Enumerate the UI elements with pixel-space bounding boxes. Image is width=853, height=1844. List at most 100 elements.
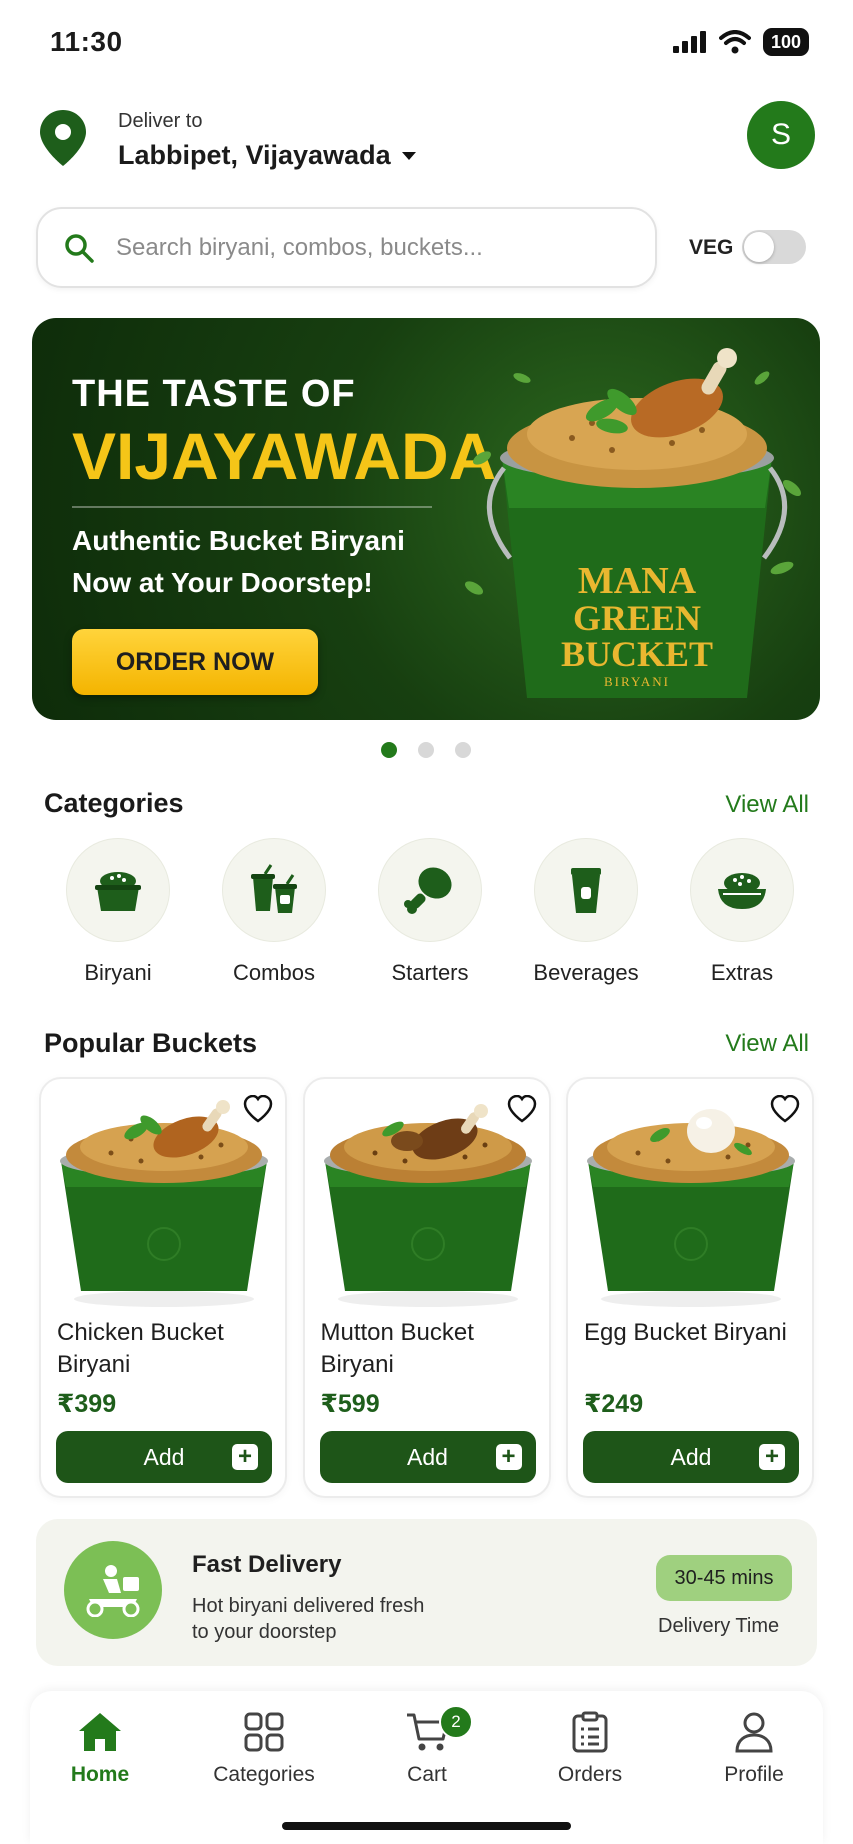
promo-banner[interactable]: THE TASTE OF VIJAYAWADA Authentic Bucket… <box>32 318 820 720</box>
popular-buckets-title: Popular Buckets <box>44 1028 258 1058</box>
product-price: ₹599 <box>320 1390 380 1418</box>
delivery-time-badge: 30-45 mins <box>656 1555 792 1601</box>
category-icon-circle <box>534 838 638 942</box>
delivery-description: Hot biryani delivered fresh to your door… <box>192 1595 425 1643</box>
rice-bowl-icon <box>718 873 766 909</box>
carousel-dot[interactable] <box>455 742 471 758</box>
add-to-cart-button[interactable]: Add + <box>583 1431 799 1483</box>
delivery-scooter-icon <box>64 1541 162 1639</box>
bucket-brand-mana: MANA <box>578 560 697 602</box>
egg-bucket-image <box>587 1109 795 1307</box>
status-bar: 11:30 100 <box>0 0 853 86</box>
category-combos[interactable]: Combos <box>196 838 352 986</box>
category-icon-circle <box>222 838 326 942</box>
deliver-to-label: Deliver to <box>118 110 203 132</box>
category-biryani[interactable]: Biryani <box>40 838 196 986</box>
delivery-time-label: Delivery Time <box>658 1615 780 1637</box>
biryani-pot-icon <box>95 872 141 911</box>
wifi-icon <box>718 30 751 54</box>
nav-profile[interactable]: Profile <box>684 1711 824 1787</box>
chicken-leg-icon <box>404 867 452 914</box>
home-icon <box>79 1713 121 1751</box>
nav-label: Cart <box>407 1763 447 1786</box>
banner-divider <box>72 506 432 508</box>
carousel-dots[interactable] <box>381 742 471 758</box>
avatar[interactable]: S <box>747 101 815 169</box>
nav-categories[interactable]: Categories <box>194 1711 334 1787</box>
banner-subtitle: Authentic Bucket Biryani Now at Your Doo… <box>72 525 405 598</box>
delivery-title: Fast Delivery <box>192 1551 342 1578</box>
add-label: Add <box>407 1443 448 1470</box>
status-icons: 100 <box>672 28 809 56</box>
product-name: Mutton Bucket Biryani <box>320 1319 474 1378</box>
location-selector[interactable]: Labbipet, Vijayawada <box>118 140 417 171</box>
veg-toggle-knob <box>744 232 774 262</box>
user-icon <box>735 1712 773 1753</box>
categories-view-all-link[interactable]: View All <box>725 791 809 819</box>
carousel-dot[interactable] <box>418 742 434 758</box>
add-to-cart-button[interactable]: Add + <box>56 1431 272 1483</box>
nav-orders[interactable]: Orders <box>520 1711 660 1787</box>
caret-down-icon <box>401 151 416 160</box>
category-starters[interactable]: Starters <box>352 838 508 986</box>
battery-indicator: 100 <box>762 28 809 56</box>
product-name: Chicken Bucket Biryani <box>57 1319 224 1378</box>
product-card-mutton[interactable]: Mutton Bucket Biryani ₹599 Add + <box>302 1077 551 1498</box>
nav-cart[interactable]: 2 Cart <box>357 1705 497 1787</box>
category-list: Biryani Combos Starters Beverages Extras <box>40 838 820 986</box>
category-extras[interactable]: Extras <box>664 838 820 986</box>
fast-delivery-card: Fast Delivery Hot biryani delivered fres… <box>36 1519 817 1666</box>
add-to-cart-button[interactable]: Add + <box>319 1431 536 1483</box>
add-label: Add <box>670 1443 712 1470</box>
product-card-chicken[interactable]: Chicken Bucket Biryani ₹399 Add + <box>39 1077 287 1498</box>
clipboard-icon <box>572 1711 608 1753</box>
favorite-heart-icon[interactable] <box>243 1095 273 1123</box>
beverage-cup-icon <box>571 868 601 913</box>
category-icon-circle <box>690 838 794 942</box>
search-input[interactable] <box>116 233 576 262</box>
grid-icon <box>244 1712 284 1752</box>
category-label: Starters <box>391 960 469 985</box>
categories-title: Categories <box>44 788 184 818</box>
search-bar[interactable] <box>36 207 657 288</box>
location-name: Labbipet, Vijayawada <box>118 140 391 170</box>
home-indicator <box>282 1822 571 1830</box>
status-time: 11:30 <box>50 26 123 57</box>
category-label: Biryani <box>84 960 152 985</box>
add-label: Add <box>143 1443 185 1470</box>
plus-icon: + <box>232 1444 258 1470</box>
bucket-brand-bucket: BUCKET <box>561 634 713 674</box>
signal-icon <box>672 31 706 53</box>
biryani-bucket-illustration: MANA GREEN BUCKET BIRYANI <box>464 348 802 698</box>
veg-toggle[interactable] <box>742 230 806 264</box>
nav-label: Orders <box>557 1763 623 1786</box>
popular-view-all-link[interactable]: View All <box>725 1030 809 1058</box>
nav-home[interactable]: Home <box>30 1711 170 1787</box>
favorite-heart-icon[interactable] <box>770 1095 800 1123</box>
veg-label: VEG <box>689 236 734 259</box>
product-card-egg[interactable]: Egg Bucket Biryani ₹249 Add + <box>566 1077 814 1498</box>
avatar-initial: S <box>770 118 791 151</box>
nav-label: Profile <box>724 1763 784 1786</box>
product-list: Chicken Bucket Biryani ₹399 Add + Mutton… <box>39 1077 814 1498</box>
product-price: ₹399 <box>57 1390 117 1418</box>
mutton-bucket-image <box>323 1104 532 1307</box>
category-label: Beverages <box>533 960 639 985</box>
category-icon-circle <box>378 838 482 942</box>
carousel-dot-active[interactable] <box>381 742 397 758</box>
product-price: ₹249 <box>584 1390 644 1418</box>
search-icon <box>65 233 94 263</box>
plus-icon: + <box>759 1444 785 1470</box>
category-beverages[interactable]: Beverages <box>508 838 664 986</box>
category-label: Extras <box>710 960 774 985</box>
plus-icon: + <box>495 1444 522 1470</box>
bucket-brand-biryani: BIRYANI <box>604 674 670 689</box>
combo-cups-icon <box>251 864 297 913</box>
category-icon-circle <box>66 838 170 942</box>
banner-line-1: THE TASTE OF <box>72 373 356 415</box>
category-label: Combos <box>233 960 315 985</box>
nav-label: Home <box>70 1763 130 1786</box>
nav-label: Categories <box>213 1763 315 1786</box>
favorite-heart-icon[interactable] <box>507 1095 537 1123</box>
order-now-button[interactable]: ORDER NOW <box>72 629 318 695</box>
